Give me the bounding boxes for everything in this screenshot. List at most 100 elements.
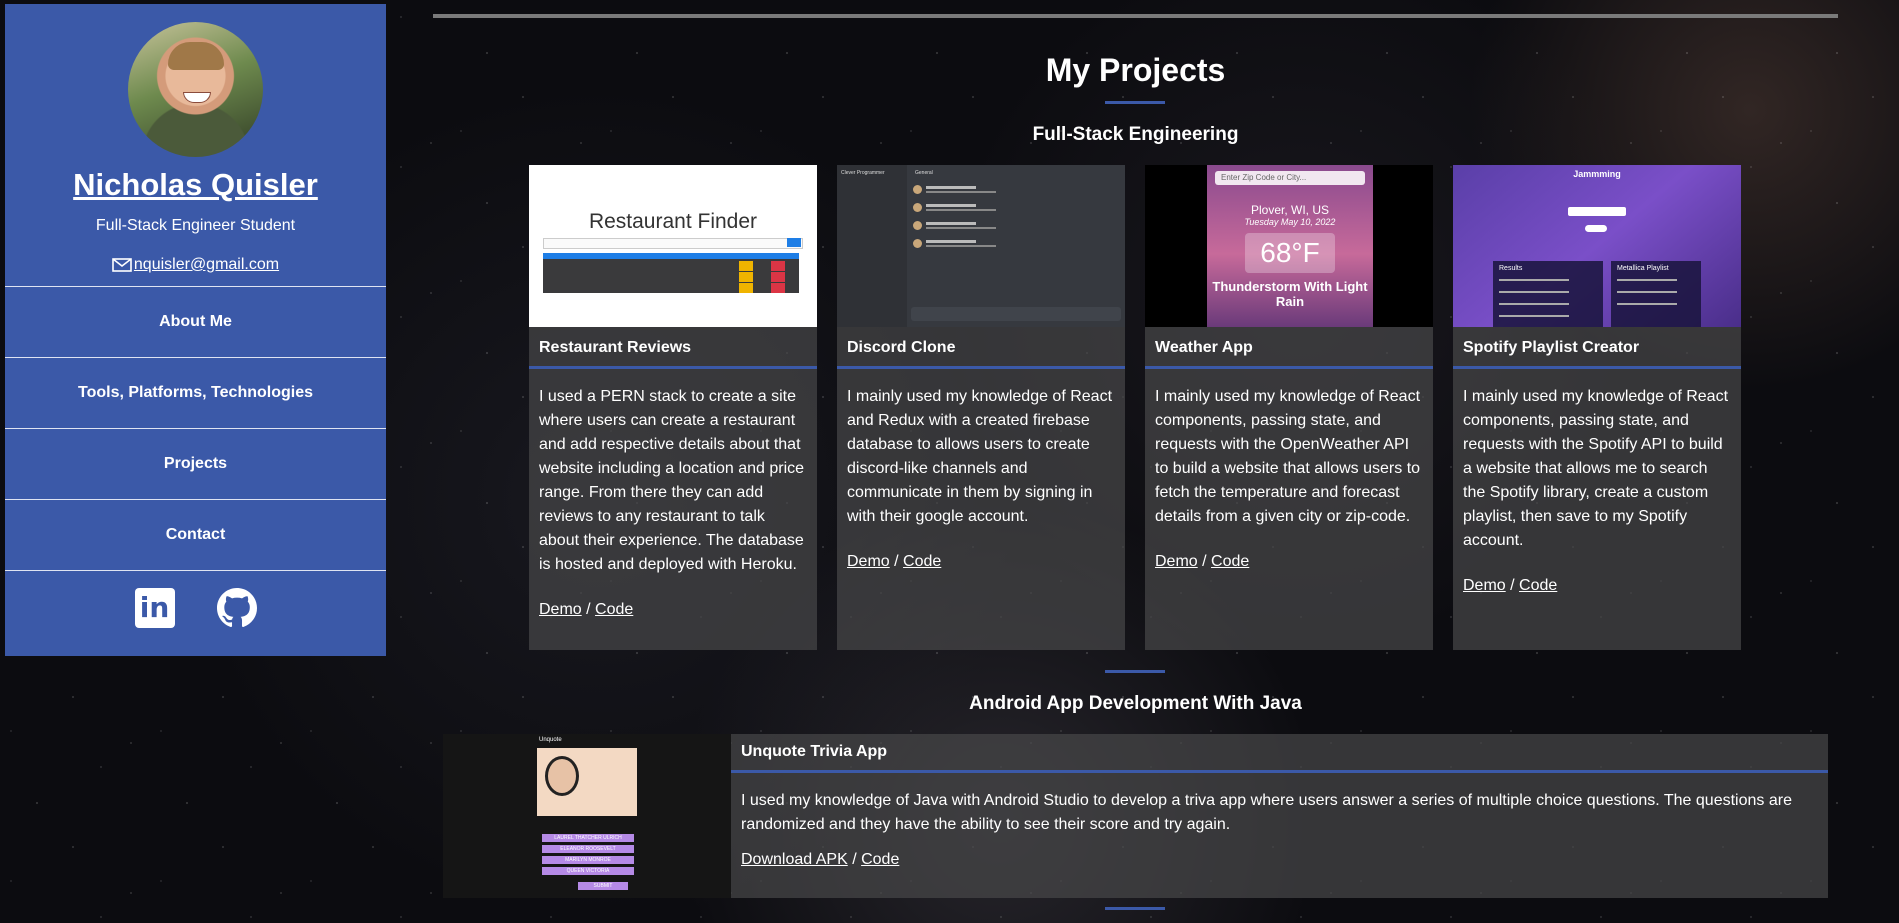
thumb-message bbox=[913, 185, 1003, 195]
nav-about-me[interactable]: About Me bbox=[5, 286, 386, 357]
thumb-update-btn bbox=[739, 261, 753, 271]
project-screenshot: Unquote LAUREL THATCHER ULRICH ELEANOR R… bbox=[443, 734, 731, 898]
thumb-delete-btn bbox=[771, 261, 785, 271]
code-link[interactable]: Code bbox=[1211, 553, 1249, 570]
thumb-title: Restaurant Finder bbox=[588, 210, 758, 233]
thumb-zip-input: Enter Zip Code or City... bbox=[1215, 171, 1365, 185]
sidebar-nav: About Me Tools, Platforms, Technologies … bbox=[5, 286, 386, 570]
thumb-weather-panel: Enter Zip Code or City... Plover, WI, US… bbox=[1207, 165, 1373, 327]
project-screenshot: Enter Zip Code or City... Plover, WI, US… bbox=[1145, 165, 1433, 327]
section-heading-android: Android App Development With Java bbox=[969, 693, 1302, 714]
demo-link[interactable]: Demo bbox=[847, 553, 890, 570]
project-screenshot: Restaurant Finder bbox=[529, 165, 817, 327]
code-link[interactable]: Code bbox=[861, 851, 899, 868]
project-screenshot: Jammming Results Metallica Playlist bbox=[1453, 165, 1741, 327]
link-separator: / bbox=[1202, 553, 1207, 570]
email-text: nquisler@gmail.com bbox=[133, 256, 280, 273]
profile-role: Full-Stack Engineer Student bbox=[95, 217, 296, 234]
project-card-spotify-playlist: Jammming Results Metallica Playlist Spot… bbox=[1453, 165, 1741, 650]
thumb-add-button bbox=[787, 238, 801, 247]
project-links: Demo / Code bbox=[1145, 529, 1433, 571]
linkedin-icon[interactable]: in bbox=[134, 588, 175, 628]
thumb-answer-option: MARILYN MONROE bbox=[542, 856, 634, 864]
nav-contact[interactable]: Contact bbox=[5, 499, 386, 570]
bottom-accent-line bbox=[1105, 907, 1165, 910]
link-separator: / bbox=[586, 601, 591, 618]
code-link[interactable]: Code bbox=[903, 553, 941, 570]
avatar bbox=[128, 22, 263, 157]
project-screenshot: Clever Programmer General bbox=[837, 165, 1125, 327]
demo-link[interactable]: Demo bbox=[1463, 577, 1506, 594]
thumb-update-btn bbox=[739, 283, 753, 293]
project-body: Unquote Trivia App I used my knowledge o… bbox=[731, 734, 1828, 869]
project-description: I used my knowledge of Java with Android… bbox=[741, 792, 1792, 833]
project-title: Weather App bbox=[1145, 327, 1433, 369]
thumb-search-button bbox=[1585, 225, 1607, 232]
page-title: My Projects bbox=[1045, 52, 1226, 88]
thumb-delete-btn bbox=[771, 272, 785, 282]
thumb-table-header bbox=[543, 253, 799, 259]
top-divider bbox=[433, 14, 1838, 18]
thumb-location: Plover, WI, US bbox=[1250, 203, 1330, 217]
nav-projects[interactable]: Projects bbox=[5, 428, 386, 499]
project-title: Spotify Playlist Creator bbox=[1453, 327, 1741, 369]
profile-name[interactable]: Nicholas Quisler bbox=[5, 167, 386, 203]
project-description: I mainly used my knowledge of React comp… bbox=[1155, 388, 1421, 525]
thumb-submit-button: SUBMIT bbox=[578, 882, 628, 890]
project-title: Discord Clone bbox=[837, 327, 1125, 369]
link-separator: / bbox=[1510, 577, 1515, 594]
project-card-discord-clone: Clever Programmer General Discord Clone … bbox=[837, 165, 1125, 650]
thumb-server-name: Clever Programmer bbox=[841, 170, 885, 176]
avatar-smile bbox=[183, 92, 211, 103]
thumb-answer-option: QUEEN VICTORIA bbox=[542, 867, 634, 875]
nav-tools[interactable]: Tools, Platforms, Technologies bbox=[5, 357, 386, 428]
thumb-app-name: Unquote bbox=[539, 737, 562, 743]
thumb-message bbox=[913, 203, 1003, 213]
project-links: Demo / Code bbox=[837, 529, 1125, 571]
avatar-hair bbox=[168, 42, 224, 70]
thumb-results-label: Results bbox=[1499, 265, 1523, 272]
thumb-search-input bbox=[1568, 207, 1626, 216]
section-heading-fullstack: Full-Stack Engineering bbox=[1032, 124, 1239, 145]
project-links: Demo / Code bbox=[529, 577, 817, 619]
social-links: in bbox=[5, 570, 386, 645]
thumb-date: Tuesday May 10, 2022 bbox=[1244, 217, 1336, 227]
thumb-message bbox=[913, 221, 1003, 231]
demo-link[interactable]: Demo bbox=[1155, 553, 1198, 570]
project-card-unquote-trivia: Unquote LAUREL THATCHER ULRICH ELEANOR R… bbox=[443, 734, 1828, 898]
project-description: I mainly used my knowledge of React comp… bbox=[1463, 388, 1729, 549]
link-separator: / bbox=[894, 553, 899, 570]
demo-link[interactable]: Demo bbox=[539, 601, 582, 618]
thumb-condition: Thunderstorm With Light Rain bbox=[1212, 279, 1368, 309]
thumb-playlist-panel: Metallica Playlist bbox=[1611, 261, 1701, 327]
project-description: I used a PERN stack to create a site whe… bbox=[539, 388, 805, 573]
thumb-temperature: 68°F bbox=[1245, 233, 1335, 273]
thumb-update-btn bbox=[739, 272, 753, 282]
thumb-search-bar bbox=[543, 238, 803, 249]
thumb-table bbox=[543, 253, 799, 293]
thumb-results-panel: Results bbox=[1493, 261, 1603, 327]
project-title: Unquote Trivia App bbox=[731, 734, 1828, 773]
thumb-delete-btn bbox=[771, 283, 785, 293]
thumb-channel-name: General bbox=[915, 170, 933, 176]
project-card-restaurant-reviews: Restaurant Finder Restaurant Reviews I u… bbox=[529, 165, 817, 650]
project-description: I mainly used my knowledge of React and … bbox=[847, 388, 1113, 525]
thumb-answer-option: LAUREL THATCHER ULRICH bbox=[542, 834, 634, 842]
section-divider-accent bbox=[1105, 670, 1165, 673]
thumb-message-input bbox=[911, 307, 1121, 321]
email-link[interactable]: nquisler@gmail.com bbox=[112, 256, 279, 274]
project-links: Download APK / Code bbox=[731, 837, 1828, 869]
download-apk-link[interactable]: Download APK bbox=[741, 851, 848, 868]
code-link[interactable]: Code bbox=[1519, 577, 1557, 594]
github-icon[interactable] bbox=[216, 588, 257, 628]
project-links: Demo / Code bbox=[1453, 553, 1741, 595]
thumb-playlist-label: Metallica Playlist bbox=[1617, 265, 1669, 272]
project-card-weather-app: Enter Zip Code or City... Plover, WI, US… bbox=[1145, 165, 1433, 650]
thumb-quote-image bbox=[537, 748, 637, 816]
thumb-answer-option: ELEANOR ROOSEVELT bbox=[542, 845, 634, 853]
project-title: Restaurant Reviews bbox=[529, 327, 817, 369]
mail-icon bbox=[112, 258, 132, 272]
thumb-channel-sidebar: Clever Programmer bbox=[837, 165, 907, 327]
sidebar: Nicholas Quisler Full-Stack Engineer Stu… bbox=[5, 4, 386, 656]
code-link[interactable]: Code bbox=[595, 601, 633, 618]
